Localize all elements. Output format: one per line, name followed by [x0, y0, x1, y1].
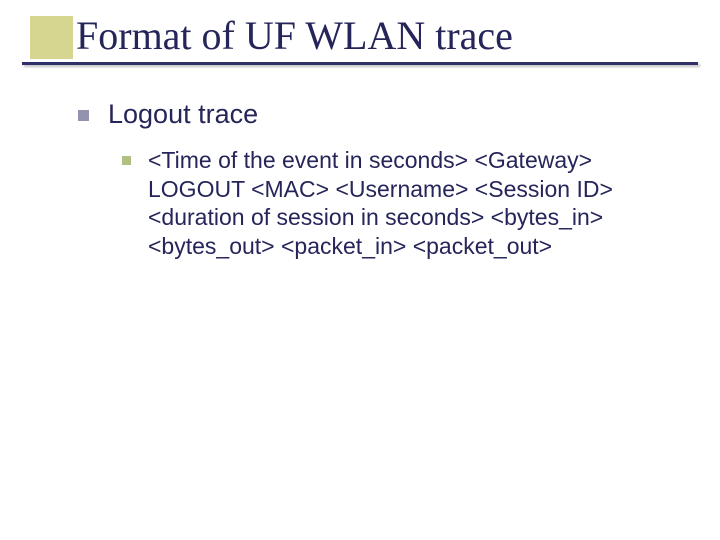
square-bullet-icon	[122, 156, 131, 165]
slide-body: Logout trace <Time of the event in secon…	[0, 58, 720, 261]
bullet-level2: <Time of the event in seconds> <Gateway>…	[122, 146, 648, 261]
slide: Format of UF WLAN trace Logout trace <Ti…	[0, 0, 720, 540]
title-block: Format of UF WLAN trace	[0, 0, 720, 58]
title-accent-square	[30, 16, 73, 59]
level1-text: Logout trace	[108, 99, 258, 129]
slide-title: Format of UF WLAN trace	[76, 14, 720, 58]
square-bullet-icon	[78, 110, 89, 121]
bullet-level1: Logout trace	[78, 98, 690, 132]
title-underline	[22, 62, 698, 65]
level2-text: <Time of the event in seconds> <Gateway>…	[148, 147, 613, 259]
